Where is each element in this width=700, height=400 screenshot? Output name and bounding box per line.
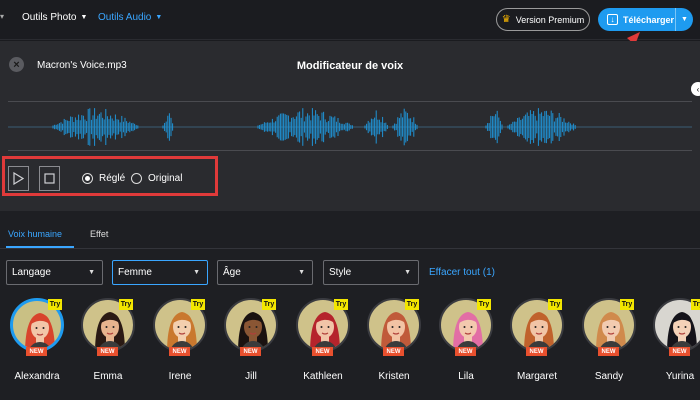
voice-card[interactable]: Try NEW Sandy [578, 285, 648, 385]
voice-name: Irene [168, 371, 192, 382]
try-badge[interactable]: Try [119, 299, 133, 310]
voice-card[interactable]: Try NEW Emma [77, 285, 147, 385]
audio-editor: × Macron's Voice.mp3 Modificateur de voi… [0, 41, 700, 211]
download-button[interactable]: ↓ Télécharger ▼ [598, 8, 693, 31]
voice-name: Emma [93, 371, 123, 382]
try-badge[interactable]: Try [405, 299, 419, 310]
radio-adjusted-label: Réglé [99, 173, 126, 184]
voice-name: Kathleen [303, 371, 343, 382]
new-badge: NEW [598, 347, 619, 356]
voice-card[interactable]: Try NEW Margaret [506, 285, 576, 385]
language-select[interactable]: Langage ▼ [6, 260, 103, 285]
stop-icon [44, 173, 55, 184]
gender-select-value: Femme [118, 267, 152, 278]
crown-icon: ♛ [501, 14, 511, 25]
style-select[interactable]: Style ▼ [323, 260, 419, 285]
new-badge: NEW [26, 347, 47, 356]
age-select-value: Âge [223, 267, 241, 278]
new-badge: NEW [240, 347, 261, 356]
voice-card[interactable]: Try NEW Kristen [363, 285, 433, 385]
radio-original-label: Original [148, 173, 183, 184]
voice-name: Sandy [594, 371, 624, 382]
voice-name: Margaret [516, 371, 557, 382]
tab-audio-tools[interactable]: Outils Audio ▼ [98, 12, 162, 23]
chevron-down-icon: ▼ [88, 269, 95, 276]
waveform[interactable] [8, 101, 692, 151]
stop-button[interactable] [39, 166, 60, 191]
chevron-down-icon: ▼ [298, 269, 305, 276]
tab-photo-tools-label: Outils Photo [22, 12, 77, 23]
voice-card[interactable]: Try NEW Alexandra [6, 285, 76, 385]
try-badge[interactable]: Try [262, 299, 276, 310]
tabs-divider [0, 248, 700, 249]
try-badge[interactable]: Try [548, 299, 562, 310]
download-options-chevron-icon[interactable]: ▼ [676, 16, 693, 23]
waveform-graphic [8, 108, 692, 146]
new-badge: NEW [383, 347, 404, 356]
chevron-down-icon: ▼ [80, 14, 88, 21]
gender-select[interactable]: Femme ▼ [112, 260, 208, 285]
clear-all-link[interactable]: Effacer tout (1) [429, 267, 495, 278]
new-badge: NEW [312, 347, 333, 356]
new-badge: NEW [169, 347, 190, 356]
new-badge: NEW [526, 347, 547, 356]
chevron-down-icon[interactable]: ▾ [0, 12, 4, 21]
chevron-down-icon: ▼ [155, 14, 163, 21]
radio-adjusted-dot[interactable] [82, 173, 93, 184]
voice-name: Jill [245, 371, 257, 382]
new-badge: NEW [669, 347, 690, 356]
tab-human-voice[interactable]: Voix humaine [8, 229, 62, 239]
try-badge[interactable]: Try [477, 299, 491, 310]
try-badge[interactable]: Try [334, 299, 348, 310]
try-badge[interactable]: Try [191, 299, 205, 310]
play-icon [13, 172, 24, 185]
voice-card[interactable]: Try NEW Kathleen [292, 285, 362, 385]
voice-name: Lila [458, 371, 474, 382]
collapse-icon[interactable]: ‹ [691, 82, 700, 96]
radio-adjusted[interactable]: Réglé [82, 173, 125, 184]
radio-original[interactable]: Original [131, 173, 182, 184]
tab-audio-tools-label: Outils Audio [98, 12, 152, 23]
new-badge: NEW [455, 347, 476, 356]
voice-panel: Voix humaine Effet Langage ▼ Femme ▼ Âge… [0, 211, 700, 400]
premium-button[interactable]: ♛ Version Premium [496, 8, 590, 31]
new-badge: NEW [97, 347, 118, 356]
chevron-down-icon: ▼ [193, 269, 200, 276]
chevron-down-icon: ▼ [404, 269, 411, 276]
download-icon: ↓ [607, 14, 618, 25]
try-badge[interactable]: Try [691, 299, 700, 310]
voice-card[interactable]: Try NEW Yurina [649, 285, 700, 385]
voice-card[interactable]: Try NEW Lila [435, 285, 505, 385]
page-title: Modificateur de voix [296, 60, 404, 72]
radio-original-dot[interactable] [131, 173, 142, 184]
voice-card[interactable]: Try NEW Jill [220, 285, 290, 385]
download-main[interactable]: ↓ Télécharger [598, 8, 675, 31]
voice-card[interactable]: Try NEW Irene [149, 285, 219, 385]
language-select-value: Langage [12, 267, 51, 278]
try-badge[interactable]: Try [48, 299, 62, 310]
download-label: Télécharger [623, 14, 675, 25]
voice-name: Yurina [665, 371, 695, 382]
premium-label: Version Premium [515, 14, 585, 25]
age-select[interactable]: Âge ▼ [217, 260, 313, 285]
play-button[interactable] [8, 166, 29, 191]
try-badge[interactable]: Try [620, 299, 634, 310]
style-select-value: Style [329, 267, 352, 278]
tab-photo-tools[interactable]: Outils Photo ▼ [22, 12, 87, 23]
tab-effect[interactable]: Effet [90, 229, 108, 239]
voice-name: Kristen [378, 371, 410, 382]
